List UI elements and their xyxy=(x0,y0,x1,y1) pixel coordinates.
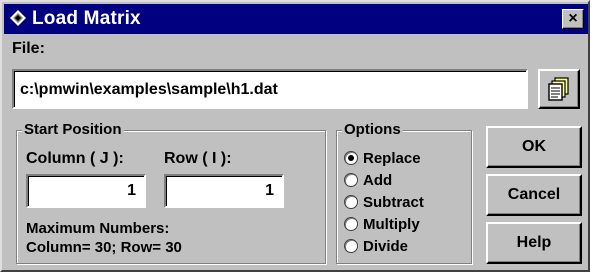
radio-unselected-icon[interactable] xyxy=(344,239,358,253)
start-position-title: Start Position xyxy=(22,121,124,138)
row-label: Row ( I ): xyxy=(164,150,232,167)
title-bar[interactable]: Load Matrix × xyxy=(4,4,588,34)
column-label: Column ( J ): xyxy=(26,150,124,167)
radio-label-subtract: Subtract xyxy=(363,193,424,211)
radio-divide[interactable]: Divide xyxy=(344,236,408,256)
radio-multiply[interactable]: Multiply xyxy=(344,214,420,234)
cancel-button[interactable]: Cancel xyxy=(486,174,582,216)
radio-add[interactable]: Add xyxy=(344,170,392,190)
radio-replace[interactable]: Replace xyxy=(344,148,421,168)
help-button[interactable]: Help xyxy=(486,222,582,264)
document-stack-icon xyxy=(548,77,569,101)
radio-unselected-icon[interactable] xyxy=(344,195,358,209)
radio-label-divide: Divide xyxy=(363,237,409,255)
radio-selected-icon[interactable] xyxy=(344,151,358,165)
radio-unselected-icon[interactable] xyxy=(344,217,358,231)
row-input[interactable]: 1 xyxy=(164,174,284,208)
app-diamond-icon xyxy=(10,10,26,26)
window-title: Load Matrix xyxy=(32,8,141,29)
radio-label-multiply: Multiply xyxy=(363,215,420,233)
radio-label-replace: Replace xyxy=(363,149,421,167)
radio-label-add: Add xyxy=(363,171,393,189)
max-numbers-title: Maximum Numbers: xyxy=(26,220,170,237)
load-matrix-dialog: Load Matrix × File: c:\pmwin\examples\sa… xyxy=(0,0,590,272)
radio-unselected-icon[interactable] xyxy=(344,173,358,187)
max-numbers-values: Column= 30; Row= 30 xyxy=(26,239,182,256)
ok-button[interactable]: OK xyxy=(486,126,582,168)
radio-subtract[interactable]: Subtract xyxy=(344,192,424,212)
close-button[interactable]: × xyxy=(562,9,584,29)
column-input[interactable]: 1 xyxy=(26,174,146,208)
browse-file-button[interactable] xyxy=(538,69,580,109)
file-label: File: xyxy=(12,40,45,57)
options-title: Options xyxy=(342,121,403,138)
file-path-input[interactable]: c:\pmwin\examples\sample\h1.dat xyxy=(12,69,528,109)
